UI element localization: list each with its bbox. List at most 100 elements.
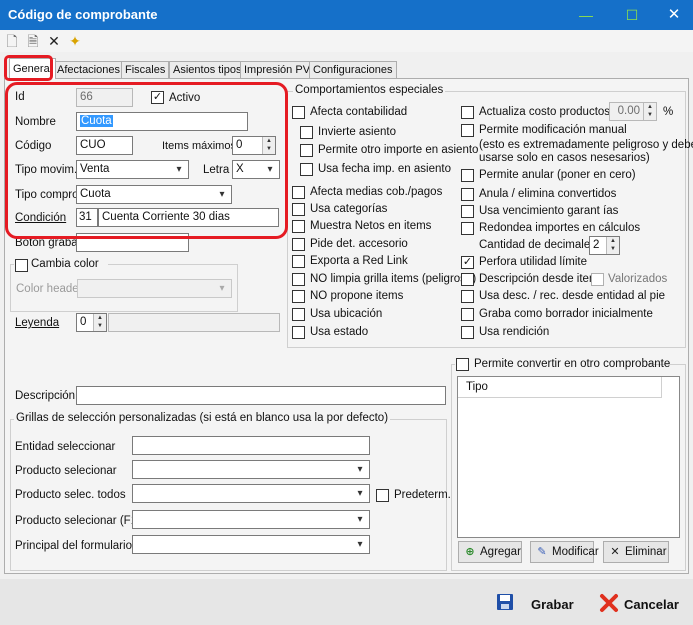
column-header-tipo[interactable]: Tipo [466, 381, 488, 393]
descripcion-desde-items-checkbox[interactable] [461, 273, 474, 286]
percent-label: % [663, 106, 674, 118]
entidad-seleccionar-label: Entidad seleccionar [15, 441, 116, 453]
activo-label: Activo [169, 92, 201, 104]
tab-afectaciones[interactable]: Afectaciones [53, 61, 124, 79]
usa-rendicion-checkbox[interactable] [461, 326, 474, 339]
no-propone-items-label: NO propone items [310, 290, 404, 302]
tipo-movim-value: Venta [80, 163, 110, 175]
usa-estado-checkbox[interactable] [292, 326, 305, 339]
codigo-field[interactable]: CUO [76, 136, 133, 155]
leyenda-link[interactable]: Leyenda [15, 317, 59, 329]
exporta-red-link-checkbox[interactable] [292, 255, 305, 268]
muestra-netos-checkbox[interactable] [292, 220, 305, 233]
edit-icon[interactable]: 🗎 [24, 32, 42, 50]
pide-det-accesorio-checkbox[interactable] [292, 238, 305, 251]
close-button[interactable]: ✕ [660, 4, 688, 26]
producto-selecionar-f1-label: Producto selecionar (F1) [15, 515, 141, 527]
principal-formulario-select[interactable]: ▾ [132, 535, 370, 554]
grabar-button[interactable]: Grabar [494, 591, 576, 617]
leyenda-stepper[interactable]: 0 ▲ ▼ [76, 313, 107, 332]
usa-ubicacion-checkbox[interactable] [292, 308, 305, 321]
tab-fiscales[interactable]: Fiscales [121, 61, 170, 79]
condicion-link[interactable]: Condición [15, 212, 66, 224]
chevron-down-icon: ▾ [219, 189, 225, 200]
exporta-red-link-label: Exporta a Red Link [310, 255, 408, 267]
delete-icon[interactable]: ✕ [45, 32, 63, 50]
tipo-movim-select[interactable]: Venta ▾ [76, 160, 189, 179]
valorizados-label: Valorizados [608, 273, 668, 285]
tab-configuraciones[interactable]: Configuraciones [309, 61, 397, 79]
actualiza-costo-value: 0.00 [617, 105, 640, 117]
cantidad-decimales-spin[interactable]: ▲ ▼ [606, 237, 619, 254]
minimize-button[interactable]: — [572, 4, 600, 26]
producto-selecionar-select[interactable]: ▾ [132, 460, 370, 479]
tab-asientos-tipos[interactable]: Asientos tipos [169, 61, 246, 79]
leyenda-spin[interactable]: ▲ ▼ [93, 314, 106, 331]
principal-formulario-label: Principal del formulario [15, 540, 132, 552]
items-maximos-spin[interactable]: ▲ ▼ [262, 137, 275, 154]
cambia-color-checkbox[interactable] [15, 259, 28, 272]
agregar-button[interactable]: ⊕ Agregar [458, 541, 522, 563]
cantidad-decimales-stepper[interactable]: 2 ▲ ▼ [589, 236, 620, 255]
usa-categorias-checkbox[interactable] [292, 203, 305, 216]
permite-otro-importe-checkbox[interactable] [300, 144, 313, 157]
chevron-down-icon: ▾ [219, 283, 225, 294]
actualiza-costo-checkbox[interactable] [461, 106, 474, 119]
redondea-importes-checkbox[interactable] [461, 222, 474, 235]
color-header-label: Color header [16, 283, 83, 295]
no-propone-items-checkbox[interactable] [292, 290, 305, 303]
producto-selecionar-f1-select[interactable]: ▾ [132, 510, 370, 529]
afecta-medias-checkbox[interactable] [292, 186, 305, 199]
leyenda-value: 0 [80, 316, 87, 328]
letra-select[interactable]: X ▾ [232, 160, 280, 179]
boton-grabar-field[interactable] [76, 233, 189, 252]
predeterm-checkbox[interactable] [376, 489, 389, 502]
condicion-code-field[interactable]: 31 [76, 208, 98, 227]
grillas-title: Grillas de selección personalizadas (si … [14, 412, 391, 424]
pide-det-accesorio-label: Pide det. accesorio [310, 238, 408, 250]
maximize-button[interactable]: ☐ [618, 4, 646, 26]
tipo-comprob-select[interactable]: Cuota ▾ [76, 185, 232, 204]
no-limpia-grilla-checkbox[interactable] [292, 273, 305, 286]
permite-convertir-checkbox[interactable] [456, 358, 469, 371]
items-maximos-stepper[interactable]: 0 ▲ ▼ [232, 136, 276, 155]
usa-categorias-label: Usa categorías [310, 203, 388, 215]
no-limpia-grilla-label: NO limpia grilla items (peligroso) [310, 273, 477, 285]
cancelar-button[interactable]: Cancelar [598, 591, 686, 617]
actualiza-costo-spin[interactable]: ▲ ▼ [643, 103, 656, 120]
entidad-seleccionar-field[interactable] [132, 436, 370, 455]
usa-desc-rec-label: Usa desc. / rec. desde entidad al pie [479, 290, 666, 302]
usa-vencimiento-checkbox[interactable] [461, 205, 474, 218]
actualiza-costo-stepper[interactable]: 0.00 ▲ ▼ [609, 102, 657, 121]
toolbar: 🗋 🗎 ✕ ✦ [0, 30, 693, 52]
modificar-button[interactable]: ✎ Modificar [530, 541, 599, 563]
convertir-list-header: Tipo [458, 377, 662, 398]
afecta-contabilidad-checkbox[interactable] [292, 106, 305, 119]
eliminar-button[interactable]: ✕ Eliminar [603, 541, 669, 563]
permite-modificacion-note-2: usarse solo en casos nesesarios) [479, 152, 650, 164]
new-item-icon[interactable]: ✦ [66, 32, 84, 50]
graba-borrador-checkbox[interactable] [461, 308, 474, 321]
tab-impresion-pv[interactable]: Impresión PV [240, 61, 315, 79]
descripcion-field[interactable] [76, 386, 446, 405]
producto-selec-todos-select[interactable]: ▾ [132, 484, 370, 503]
anula-elimina-checkbox[interactable] [461, 188, 474, 201]
activo-checkbox[interactable]: ✓ [151, 91, 164, 104]
cancel-icon [600, 594, 618, 612]
afecta-medias-label: Afecta medias cob./pagos [310, 186, 443, 198]
convertir-list[interactable] [457, 376, 680, 538]
perfora-utilidad-checkbox[interactable]: ✓ [461, 256, 474, 269]
usa-fecha-imp-checkbox[interactable] [300, 163, 313, 176]
permite-anular-checkbox[interactable] [461, 169, 474, 182]
invierte-asiento-checkbox[interactable] [300, 126, 313, 139]
new-icon[interactable]: 🗋 [3, 32, 21, 50]
usa-fecha-imp-label: Usa fecha imp. en asiento [318, 163, 451, 175]
tab-general[interactable]: General [9, 58, 57, 79]
valorizados-checkbox[interactable] [591, 273, 604, 286]
permite-modificacion-checkbox[interactable] [461, 124, 474, 137]
usa-desc-rec-checkbox[interactable] [461, 290, 474, 303]
muestra-netos-label: Muestra Netos en items [310, 220, 432, 232]
nombre-field[interactable]: Cuota [76, 112, 248, 131]
color-header-select[interactable]: ▾ [77, 279, 232, 298]
cantidad-decimales-value: 2 [593, 239, 600, 251]
